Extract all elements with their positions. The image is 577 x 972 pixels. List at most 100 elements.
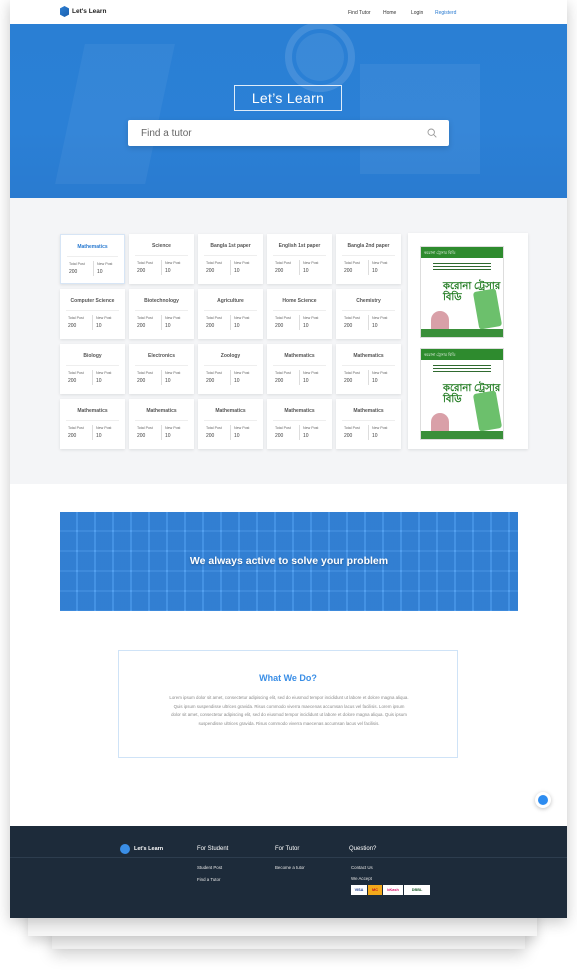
total-post-value: 200 (69, 269, 78, 275)
stat-separator (368, 315, 369, 330)
total-post-label: Total Post (344, 316, 360, 320)
footer-link-find-tutor[interactable]: Find a Tutor (197, 877, 220, 882)
subject-card[interactable]: Bangla 1st paper Total Post New Post 200 10 (198, 234, 263, 284)
subject-card[interactable]: Mathematics Total Post New Post 200 10 (129, 399, 194, 449)
stat-separator (299, 315, 300, 330)
nav-home[interactable]: Home (383, 10, 396, 16)
total-post-label: Total Post (206, 371, 222, 375)
hero-background-clock-face (296, 33, 344, 81)
hero-section: Let’s Learn (10, 24, 567, 198)
new-post-value: 10 (372, 378, 378, 384)
subject-card[interactable]: Home Science Total Post New Post 200 10 (267, 289, 332, 339)
subject-card[interactable]: Mathematics Total Post New Post 200 10 (336, 344, 401, 394)
subject-name: English 1st paper (278, 243, 321, 249)
new-post-value: 10 (303, 268, 309, 274)
footer-logo[interactable]: Let's Learn (120, 844, 163, 854)
card-divider (135, 310, 188, 311)
bkash-logo: bKash (383, 885, 403, 895)
total-post-value: 200 (344, 378, 353, 384)
new-post-label: New Post (234, 426, 250, 430)
subject-name: Mathematics (284, 353, 315, 359)
stat-separator (161, 260, 162, 275)
subject-card[interactable]: Biology Total Post New Post 200 10 (60, 344, 125, 394)
subject-card[interactable]: Science Total Post New Post 200 10 (129, 234, 194, 284)
subject-name: Electronics (148, 353, 175, 359)
subject-card[interactable]: Computer Science Total Post New Post 200 10 (60, 289, 125, 339)
total-post-label: Total Post (69, 262, 85, 266)
stat-separator (161, 370, 162, 385)
subject-card[interactable]: Electronics Total Post New Post 200 10 (129, 344, 194, 394)
new-post-label: New Post (303, 426, 319, 430)
stat-separator (230, 315, 231, 330)
stat-separator (368, 425, 369, 440)
total-post-value: 200 (68, 433, 77, 439)
total-post-value: 200 (275, 378, 284, 384)
subject-card[interactable]: Mathematics Total Post New Post 200 10 (60, 399, 125, 449)
search-input[interactable] (141, 120, 421, 146)
subject-card[interactable]: Mathematics Total Post New Post 200 10 (60, 234, 125, 284)
what-we-do-title: What We Do? (259, 673, 317, 683)
search-bar (128, 120, 449, 146)
subject-name: Agriculture (217, 298, 244, 304)
stat-separator (230, 425, 231, 440)
total-post-value: 200 (206, 378, 215, 384)
new-post-value: 10 (96, 378, 102, 384)
nav-login[interactable]: Login (411, 10, 423, 16)
total-post-value: 200 (344, 433, 353, 439)
mastercard-logo: MC (368, 885, 382, 895)
subject-card[interactable]: Mathematics Total Post New Post 200 10 (336, 399, 401, 449)
footer-heading-question: Question? (349, 846, 377, 852)
nav-find-tutor[interactable]: Find Tutor (348, 10, 371, 16)
total-post-label: Total Post (206, 261, 222, 265)
total-post-label: Total Post (206, 316, 222, 320)
total-post-label: Total Post (275, 316, 291, 320)
subject-card[interactable]: Bangla 2nd paper Total Post New Post 200 10 (336, 234, 401, 284)
subject-card[interactable]: Mathematics Total Post New Post 200 10 (198, 399, 263, 449)
subject-card[interactable]: Zoology Total Post New Post 200 10 (198, 344, 263, 394)
subject-card[interactable]: Mathematics Total Post New Post 200 10 (267, 399, 332, 449)
total-post-value: 200 (137, 433, 146, 439)
card-divider (342, 420, 395, 421)
card-divider (66, 365, 119, 366)
total-post-value: 200 (344, 323, 353, 329)
total-post-value: 200 (206, 323, 215, 329)
subject-name: Home Science (282, 298, 317, 304)
search-icon[interactable] (427, 128, 437, 138)
footer-brand-name: Let's Learn (134, 846, 164, 852)
ad-banner[interactable]: করোনা ট্রেসার বিডি করোনা ট্রেসার বিডি (420, 348, 504, 440)
card-divider (66, 310, 119, 311)
subject-card[interactable]: English 1st paper Total Post New Post 200 10 (267, 234, 332, 284)
subject-name: Computer Science (70, 298, 115, 304)
subject-name: Zoology (220, 353, 241, 359)
card-divider (204, 420, 257, 421)
new-post-label: New Post (96, 316, 112, 320)
footer-link-student-post[interactable]: Student Post (197, 865, 222, 870)
footer-link-become-tutor[interactable]: Become a tutor (275, 865, 305, 870)
footer-logo-icon (120, 844, 130, 854)
subject-name: Chemistry (356, 298, 381, 304)
subject-card[interactable]: Agriculture Total Post New Post 200 10 (198, 289, 263, 339)
total-post-label: Total Post (68, 316, 84, 320)
footer-link-contact-us[interactable]: Contact Us (351, 865, 373, 870)
new-post-value: 10 (165, 378, 171, 384)
card-divider (135, 420, 188, 421)
footer-heading-tutor: For Tutor (275, 846, 300, 852)
card-divider (273, 255, 326, 256)
stat-separator (230, 370, 231, 385)
new-post-label: New Post (303, 371, 319, 375)
nav-registerd[interactable]: Registerd (435, 10, 456, 16)
new-post-label: New Post (372, 426, 388, 430)
ad-banner[interactable]: করোনা ট্রেসার বিডি করোনা ট্রেসার বিডি (420, 246, 504, 338)
brand-logo[interactable]: Let's Learn (60, 6, 106, 17)
subject-name: Biology (83, 353, 102, 359)
subject-name: Mathematics (77, 408, 108, 414)
subject-name: Mathematics (353, 408, 384, 414)
subject-card[interactable]: Biotechnology Total Post New Post 200 10 (129, 289, 194, 339)
subject-card[interactable]: Chemistry Total Post New Post 200 10 (336, 289, 401, 339)
total-post-value: 200 (206, 268, 215, 274)
subject-name: Science (152, 243, 171, 249)
subject-card[interactable]: Mathematics Total Post New Post 200 10 (267, 344, 332, 394)
total-post-label: Total Post (137, 426, 153, 430)
stat-separator (230, 260, 231, 275)
messenger-chat-button[interactable] (535, 792, 551, 808)
